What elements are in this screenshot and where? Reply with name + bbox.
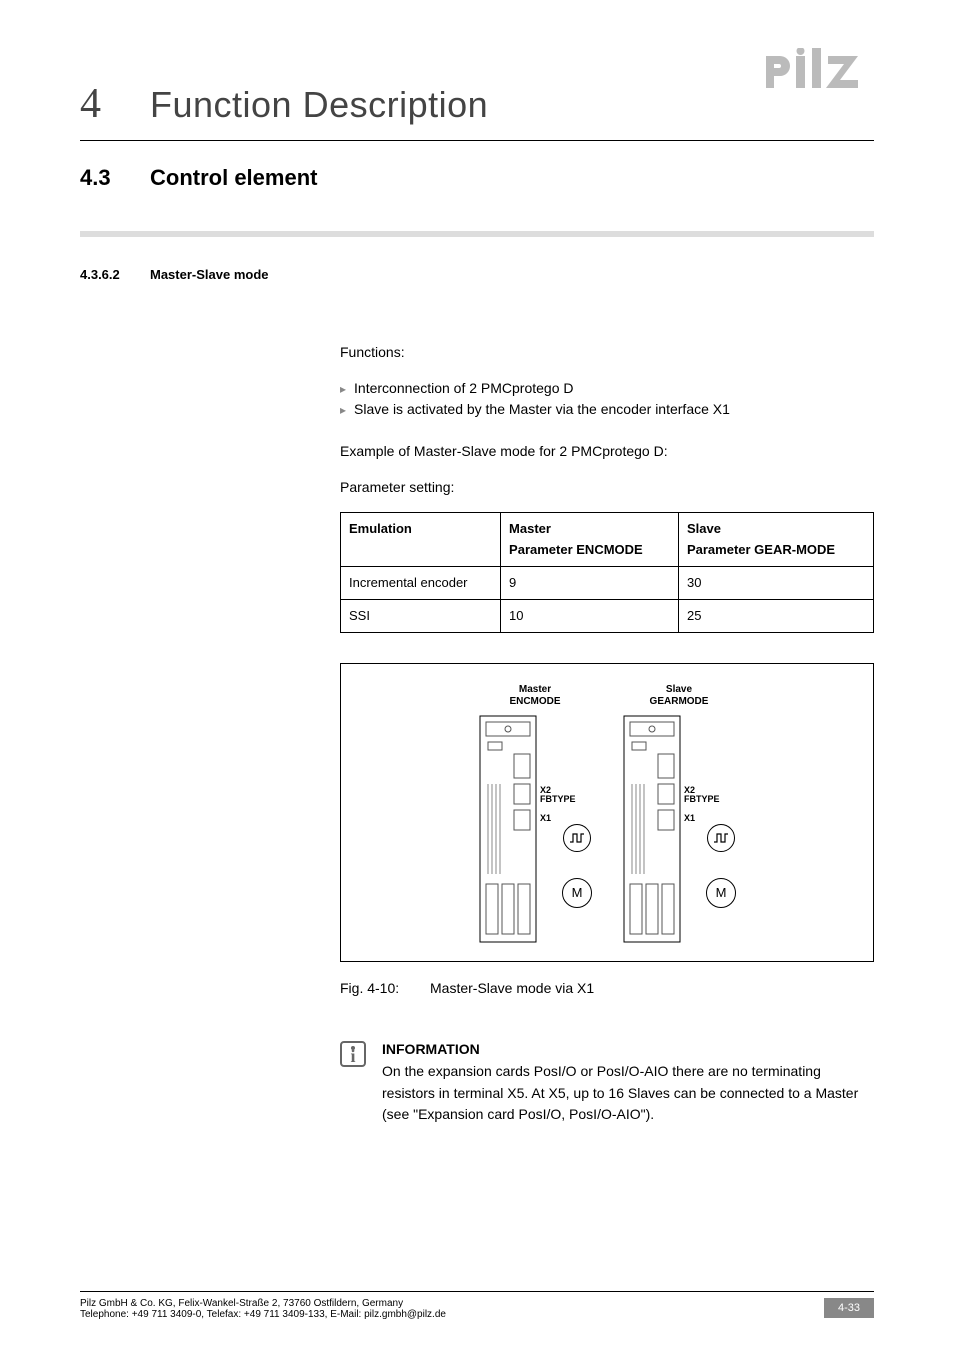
- x2-fbtype-label: X2 FBTYPE: [540, 786, 576, 804]
- device-icon: [622, 714, 682, 944]
- cell: 25: [678, 599, 873, 632]
- brand-logo: [764, 48, 874, 99]
- parameter-table: Emulation Master Parameter ENCMODE Slave…: [340, 512, 874, 633]
- th-slave: Slave Parameter GEAR-MODE: [678, 513, 873, 566]
- list-item: Slave is activated by the Master via the…: [340, 399, 874, 421]
- page-number: 4-33: [824, 1298, 874, 1318]
- table-row: SSI 10 25: [341, 599, 874, 632]
- page-footer: Pilz GmbH & Co. KG, Felix-Wankel-Straße …: [80, 1291, 874, 1320]
- divider-bar: [80, 231, 874, 237]
- table-row: Incremental encoder 9 30: [341, 566, 874, 599]
- section-number: 4.3: [80, 165, 150, 191]
- list-item: Interconnection of 2 PMCprotego D: [340, 378, 874, 400]
- x1-label: X1: [684, 814, 695, 823]
- cell: Incremental encoder: [341, 566, 501, 599]
- x1-label: X1: [540, 814, 551, 823]
- device-icon: [478, 714, 538, 944]
- footer-contact: Telephone: +49 711 3409-0, Telefax: +49 …: [80, 1309, 446, 1320]
- x2-fbtype-label: X2 FBTYPE: [684, 786, 720, 804]
- info-heading: INFORMATION: [382, 1039, 874, 1061]
- example-text: Example of Master-Slave mode for 2 PMCpr…: [340, 441, 874, 463]
- subsection-title: Master-Slave mode: [150, 267, 269, 282]
- info-text: On the expansion cards PosI/O or PosI/O-…: [382, 1061, 874, 1126]
- cell: 10: [501, 599, 679, 632]
- function-bullets: Interconnection of 2 PMCprotego D Slave …: [340, 378, 874, 421]
- th-master: Master Parameter ENCMODE: [501, 513, 679, 566]
- section-title: Control element: [150, 165, 317, 191]
- information-box: i INFORMATION On the expansion cards Pos…: [340, 1039, 874, 1140]
- cell: 9: [501, 566, 679, 599]
- subsection-heading: 4.3.6.2 Master-Slave mode: [80, 267, 874, 282]
- figure-diagram: MasterENCMODE: [340, 663, 874, 962]
- th-emulation: Emulation: [341, 513, 501, 566]
- master-label: MasterENCMODE: [509, 684, 560, 708]
- encoder-pulse-icon: [563, 824, 591, 852]
- motor-icon: M: [706, 878, 736, 908]
- functions-label: Functions:: [340, 342, 874, 364]
- info-icon: i: [340, 1041, 366, 1067]
- footer-address: Pilz GmbH & Co. KG, Felix-Wankel-Straße …: [80, 1298, 446, 1309]
- param-label: Parameter setting:: [340, 477, 874, 499]
- cell: SSI: [341, 599, 501, 632]
- chapter-header: 4 Function Description: [80, 80, 874, 141]
- slave-label: SlaveGEARMODE: [650, 684, 709, 708]
- encoder-pulse-icon: [707, 824, 735, 852]
- cell: 30: [678, 566, 873, 599]
- chapter-title: Function Description: [150, 84, 488, 126]
- figure-caption: Fig. 4-10:Master-Slave mode via X1: [340, 978, 874, 1000]
- chapter-number: 4: [80, 80, 150, 128]
- subsection-number: 4.3.6.2: [80, 267, 150, 282]
- motor-icon: M: [562, 878, 592, 908]
- section-heading: 4.3 Control element: [80, 165, 874, 191]
